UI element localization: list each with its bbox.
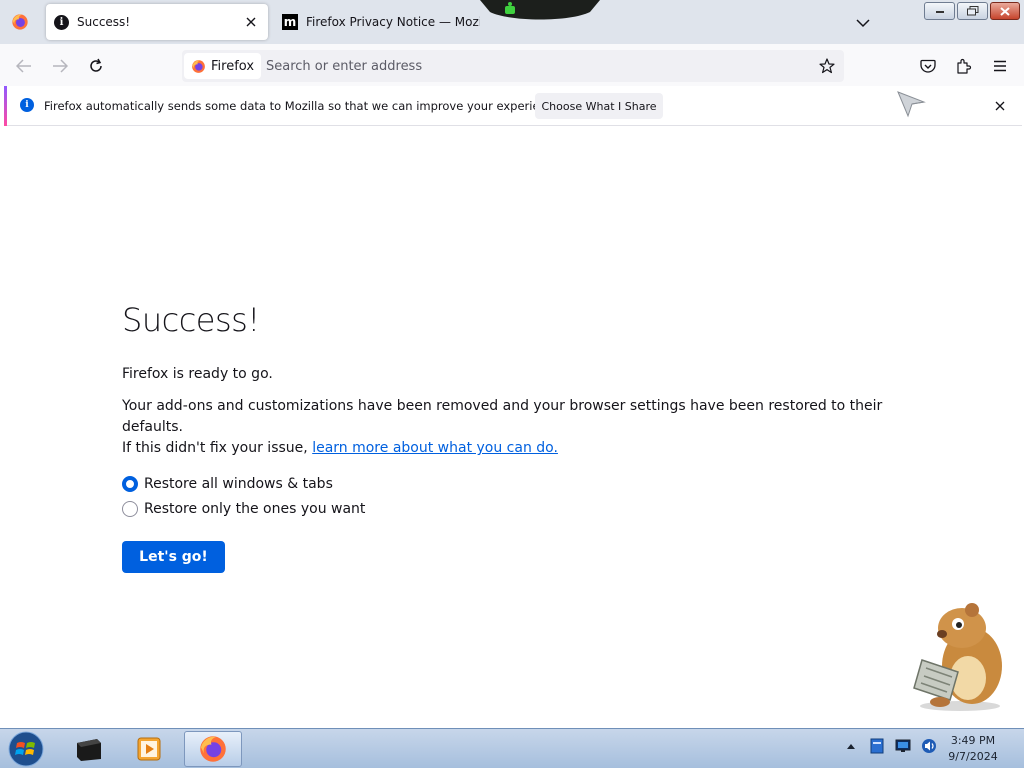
reload-button[interactable] <box>82 52 110 80</box>
data-reporting-notification: i Firefox automatically sends some data … <box>4 86 1022 126</box>
extensions-button[interactable] <box>950 52 978 80</box>
clock-date: 9/7/2024 <box>948 750 998 763</box>
start-button[interactable] <box>6 731 46 767</box>
mozilla-icon: m <box>282 14 298 30</box>
clock-time: 3:49 PM <box>950 734 996 747</box>
choose-what-i-share-button[interactable]: Choose What I Share <box>535 93 663 119</box>
puzzle-icon <box>957 58 972 74</box>
ready-text: Firefox is ready to go. <box>122 366 273 382</box>
document-icon <box>870 738 884 754</box>
firefox-logo-icon <box>12 14 28 30</box>
radio-checked[interactable] <box>122 475 138 492</box>
terminal-app-icon <box>77 739 101 761</box>
restore-all-option[interactable]: Restore all windows & tabs <box>122 471 922 496</box>
tab-title: Success! <box>77 15 131 29</box>
bookmark-star-button[interactable] <box>816 55 838 77</box>
taskbar: 3:49 PM 9/7/2024 <box>0 728 1024 768</box>
window-controls <box>924 2 1020 20</box>
media-player-icon <box>137 737 161 761</box>
url-bar[interactable]: Firefox <box>182 50 844 82</box>
reload-icon <box>90 58 102 72</box>
restore-icon <box>966 6 978 16</box>
restore-some-option[interactable]: Restore only the ones you want <box>122 496 922 521</box>
window-close-button[interactable] <box>990 2 1020 20</box>
taskbar-media-player[interactable] <box>120 731 178 767</box>
show-hidden-icons-button[interactable] <box>842 737 860 755</box>
close-icon[interactable] <box>242 13 260 31</box>
taskbar-firefox[interactable] <box>184 731 242 767</box>
info-icon: i <box>54 14 69 30</box>
hamburger-menu-icon <box>994 60 1006 72</box>
minimize-button[interactable] <box>924 2 955 20</box>
description-line-2: If this didn't fix your issue, <box>122 440 313 456</box>
reset-success-page: Success! Firefox is ready to go. Your ad… <box>122 296 922 573</box>
mouse-cursor-icon <box>897 91 926 118</box>
taskbar-terminal-app[interactable] <box>60 731 118 767</box>
system-tray <box>842 737 938 755</box>
navigation-toolbar: Firefox <box>0 44 1024 86</box>
hamster-reading-decoration <box>913 603 1002 711</box>
firefox-view-button[interactable] <box>6 10 34 34</box>
app-menu-button[interactable] <box>986 52 1014 80</box>
star-icon <box>819 58 835 74</box>
speaker-icon <box>922 739 936 753</box>
chevron-down-icon <box>856 19 870 28</box>
list-all-tabs-button[interactable] <box>852 12 874 34</box>
close-icon <box>995 101 1005 111</box>
tab-success[interactable]: i Success! <box>46 4 268 40</box>
description-line-1: Your add-ons and customizations have bee… <box>122 398 883 435</box>
chevron-up-icon <box>847 744 855 749</box>
learn-more-link[interactable]: learn more about what you can do. <box>312 440 558 456</box>
monitor-icon <box>895 739 911 752</box>
notification-close-button[interactable] <box>990 96 1010 116</box>
identity-box[interactable]: Firefox <box>184 53 262 79</box>
minimize-icon <box>935 11 944 13</box>
lets-go-button[interactable]: Let's go! <box>122 541 225 573</box>
close-icon <box>1000 6 1010 16</box>
description: Your add-ons and customizations have bee… <box>122 396 922 459</box>
page-title: Success! <box>122 301 260 339</box>
notification-text: Firefox automatically sends some data to… <box>44 99 564 113</box>
windows-logo-icon <box>8 731 44 767</box>
radio-unchecked[interactable] <box>122 500 138 517</box>
forward-button[interactable] <box>46 52 74 80</box>
tray-network-icon[interactable] <box>894 737 912 755</box>
notification-accent <box>4 86 7 126</box>
restore-options: Restore all windows & tabs Restore only … <box>122 471 922 521</box>
restore-button[interactable] <box>957 2 988 20</box>
back-arrow-icon <box>16 59 31 73</box>
tab-privacy-notice[interactable]: m Firefox Privacy Notice — Mozi <box>276 4 486 40</box>
address-input[interactable] <box>266 50 786 82</box>
pocket-icon <box>920 59 936 73</box>
back-button[interactable] <box>10 52 38 80</box>
pocket-button[interactable] <box>914 52 942 80</box>
tab-strip: i Success! m Firefox Privacy Notice — Mo… <box>0 0 1024 44</box>
info-icon: i <box>20 98 34 112</box>
option-label: Restore all windows & tabs <box>144 475 333 492</box>
desktop-gadget-decoration <box>480 0 600 20</box>
firefox-logo-icon <box>200 736 226 762</box>
option-label: Restore only the ones you want <box>144 500 366 517</box>
tab-title: Firefox Privacy Notice — Mozi <box>306 15 480 29</box>
firefox-logo-icon <box>192 59 205 73</box>
tray-app-icon[interactable] <box>868 737 886 755</box>
identity-label: Firefox <box>211 58 255 74</box>
tray-volume-icon[interactable] <box>920 737 938 755</box>
clock[interactable]: 3:49 PM 9/7/2024 <box>938 733 1008 765</box>
forward-arrow-icon <box>53 59 68 73</box>
